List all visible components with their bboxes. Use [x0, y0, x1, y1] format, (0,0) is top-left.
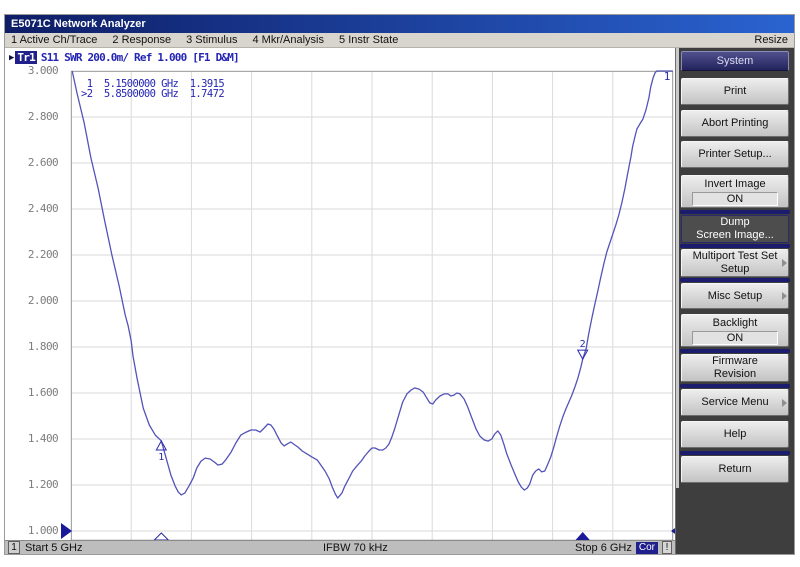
y-axis-label: 1.600 — [8, 386, 58, 399]
window-title: E5071C Network Analyzer — [11, 18, 146, 30]
trace-number-label: 1 — [664, 70, 671, 83]
invert-image-state: ON — [692, 192, 778, 206]
submenu-arrow-icon — [782, 399, 787, 407]
trace-parameters: S11 SWR 200.0m/ Ref 1.000 [F1 D&M] — [41, 51, 239, 64]
softkey-invert-image[interactable]: Invert Image ON — [681, 175, 789, 208]
softkey-separator — [680, 451, 790, 455]
softkey-abort-printing[interactable]: Abort Printing — [681, 110, 789, 137]
softkey-dump-screen-image[interactable]: Dump Screen Image... — [681, 215, 789, 243]
gridlines — [71, 71, 673, 541]
menu-item-response[interactable]: 2 Response — [112, 34, 171, 46]
marker-1-label: 1 — [158, 452, 164, 463]
softkey-print[interactable]: Print — [681, 78, 789, 105]
y-axis-label: 1.000 — [8, 524, 58, 537]
softkey-backlight[interactable]: Backlight ON — [681, 314, 789, 347]
title-bar[interactable]: E5071C Network Analyzer — [5, 15, 794, 33]
softkey-return[interactable]: Return — [681, 456, 789, 483]
backlight-state: ON — [692, 331, 778, 345]
y-axis-label: 3.000 — [8, 64, 58, 77]
menu-bar: 1 Active Ch/Trace 2 Response 3 Stimulus … — [5, 33, 794, 48]
y-axis-label: 2.800 — [8, 110, 58, 123]
softkey-separator — [680, 384, 790, 388]
softkey-printer-setup[interactable]: Printer Setup... — [681, 141, 789, 168]
marker-readout-line: >2 5.8500000 GHz 1.7472 — [81, 89, 224, 99]
softkey-separator — [680, 244, 790, 248]
trace-badge[interactable]: Tr1 — [15, 51, 36, 64]
y-axis-label: 1.200 — [8, 478, 58, 491]
y-axis-label: 2.600 — [8, 156, 58, 169]
softkey-firmware-revision[interactable]: Firmware Revision — [681, 354, 789, 382]
softkey-separator — [680, 278, 790, 282]
ifbw-value: IFBW 70 kHz — [323, 542, 388, 554]
trace-status-line: ▶ Tr1 S11 SWR 200.0m/ Ref 1.000 [F1 D&M] — [9, 51, 239, 64]
softkey-misc-setup[interactable]: Misc Setup — [681, 283, 789, 309]
menu-item-active-ch-trace[interactable]: 1 Active Ch/Trace — [11, 34, 97, 46]
softkey-help[interactable]: Help — [681, 421, 789, 448]
display-screen: ▶ Tr1 S11 SWR 200.0m/ Ref 1.000 [F1 D&M]… — [5, 48, 675, 540]
softkey-multiport-test-set-setup[interactable]: Multiport Test Set Setup — [681, 249, 789, 277]
softkey-scroll-strip[interactable] — [676, 48, 679, 488]
marker-1-stimulus-indicator[interactable] — [154, 533, 168, 540]
menu-item-resize[interactable]: Resize — [754, 34, 788, 46]
reference-level-pointer-left[interactable] — [61, 523, 72, 539]
softkey-separator — [680, 210, 790, 214]
warning-indicator: ! — [662, 541, 672, 554]
softkey-service-menu[interactable]: Service Menu — [681, 389, 789, 416]
softkey-menu: System Print Abort Printing Printer Setu… — [675, 48, 794, 554]
y-axis-labels: 3.0002.8002.6002.4002.2002.0001.8001.600… — [5, 71, 63, 541]
marker-readout: 1 5.1500000 GHz 1.3915>2 5.8500000 GHz 1… — [81, 79, 224, 99]
softkey-menu-title-system: System — [681, 51, 789, 71]
analyzer-window: E5071C Network Analyzer 1 Active Ch/Trac… — [4, 14, 795, 555]
softkey-separator — [680, 349, 790, 353]
submenu-arrow-icon — [782, 259, 787, 267]
y-axis-label: 1.800 — [8, 340, 58, 353]
marker-2-label: 2 — [580, 339, 586, 350]
menu-item-stimulus[interactable]: 3 Stimulus — [186, 34, 237, 46]
submenu-arrow-icon — [782, 292, 787, 300]
start-frequency: Start 5 GHz — [25, 542, 82, 554]
correction-badge: Cor — [636, 542, 658, 554]
channel-number-box: 1 — [8, 541, 20, 554]
y-axis-label: 2.000 — [8, 294, 58, 307]
stop-frequency: Stop 6 GHz — [575, 542, 632, 554]
trace-1-line — [72, 71, 673, 498]
status-bar: 1 Start 5 GHz IFBW 70 kHz Stop 6 GHz Cor… — [5, 540, 675, 554]
y-axis-label: 2.400 — [8, 202, 58, 215]
y-axis-label: 2.200 — [8, 248, 58, 261]
active-trace-arrow-icon: ▶ — [9, 53, 14, 63]
menu-item-mkr-analysis[interactable]: 4 Mkr/Analysis — [252, 34, 324, 46]
y-axis-label: 1.400 — [8, 432, 58, 445]
menu-item-instr-state[interactable]: 5 Instr State — [339, 34, 398, 46]
plot-area: 1 2 1 — [71, 71, 673, 541]
